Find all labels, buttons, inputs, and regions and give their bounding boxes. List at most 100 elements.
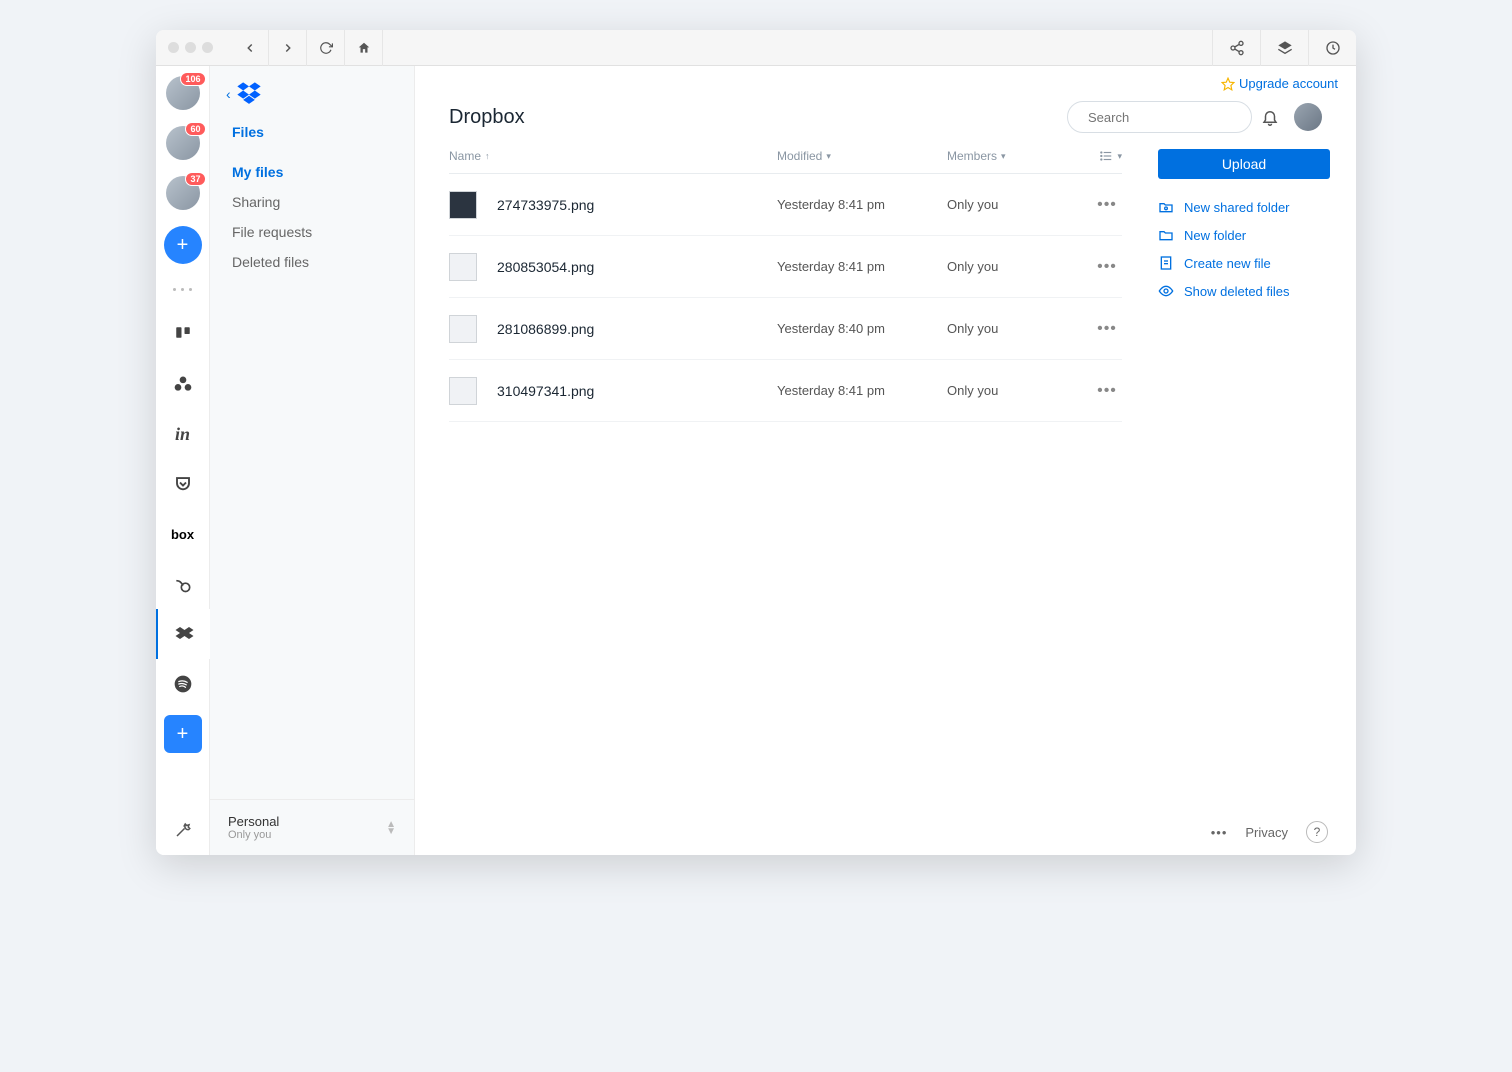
file-members: Only you bbox=[947, 197, 1092, 212]
footer-more-icon[interactable]: ••• bbox=[1211, 825, 1228, 840]
file-name: 281086899.png bbox=[497, 321, 777, 337]
col-name[interactable]: Name↑ bbox=[449, 149, 777, 163]
sidebar-item-file-requests[interactable]: File requests bbox=[232, 224, 392, 240]
file-thumbnail bbox=[449, 315, 477, 343]
home-button[interactable] bbox=[345, 30, 383, 66]
clock-icon[interactable] bbox=[1308, 30, 1356, 66]
layers-icon[interactable] bbox=[1260, 30, 1308, 66]
eye-icon bbox=[1158, 283, 1174, 299]
actions-panel: Upload New shared folder New folder Crea… bbox=[1122, 149, 1322, 809]
traffic-minimize[interactable] bbox=[185, 42, 196, 53]
file-row[interactable]: 281086899.pngYesterday 8:40 pmOnly you••… bbox=[449, 298, 1122, 360]
rail-app-spotify[interactable] bbox=[156, 659, 210, 709]
sidebar-section-files[interactable]: Files bbox=[210, 114, 414, 146]
file-modified: Yesterday 8:41 pm bbox=[777, 197, 947, 212]
file-modified: Yesterday 8:41 pm bbox=[777, 259, 947, 274]
page-title: Dropbox bbox=[449, 106, 1067, 129]
reload-button[interactable] bbox=[307, 30, 345, 66]
search-input[interactable] bbox=[1088, 110, 1264, 125]
file-members: Only you bbox=[947, 259, 1092, 274]
account-sub: Only you bbox=[228, 829, 279, 841]
file-list: Name↑ Modified▾ Members▾ ▾ 274733975.png… bbox=[449, 149, 1122, 809]
rail-avatars: 106 60 37 + bbox=[164, 76, 202, 309]
rail-app-trello[interactable] bbox=[156, 309, 210, 359]
content: Name↑ Modified▾ Members▾ ▾ 274733975.png… bbox=[415, 149, 1356, 809]
badge: 106 bbox=[180, 72, 205, 86]
notifications-bell-icon[interactable] bbox=[1252, 108, 1288, 126]
star-icon bbox=[1221, 77, 1235, 91]
file-icon bbox=[1158, 255, 1174, 271]
file-more-icon[interactable]: ••• bbox=[1092, 320, 1122, 338]
profile-avatar[interactable] bbox=[1294, 103, 1322, 131]
dropbox-sidebar: ‹ Files My files Sharing File requests D… bbox=[210, 66, 415, 855]
sidebar-item-sharing[interactable]: Sharing bbox=[232, 194, 392, 210]
help-button[interactable]: ? bbox=[1306, 821, 1328, 843]
rail-app-invision[interactable]: in bbox=[156, 409, 210, 459]
app-rail: 106 60 37 + in box + bbox=[156, 66, 210, 855]
rail-app-bonsai[interactable] bbox=[156, 559, 210, 609]
account-switcher-updown-icon[interactable]: ▲▼ bbox=[386, 821, 396, 835]
col-modified[interactable]: Modified▾ bbox=[777, 149, 947, 163]
action-create-file[interactable]: Create new file bbox=[1158, 249, 1322, 277]
app-window: 106 60 37 + in box + ‹ Files bbox=[156, 30, 1356, 855]
file-more-icon[interactable]: ••• bbox=[1092, 258, 1122, 276]
rail-app-dropbox[interactable] bbox=[156, 609, 210, 659]
rail-pager-dots bbox=[173, 280, 192, 299]
traffic-lights bbox=[156, 42, 225, 53]
traffic-close[interactable] bbox=[168, 42, 179, 53]
file-thumbnail bbox=[449, 191, 477, 219]
sidebar-account-switcher[interactable]: Personal Only you ▲▼ bbox=[210, 799, 414, 855]
file-more-icon[interactable]: ••• bbox=[1092, 382, 1122, 400]
sidebar-back-chevron-icon[interactable]: ‹ bbox=[226, 86, 231, 102]
add-app-button[interactable]: + bbox=[164, 715, 202, 753]
file-row[interactable]: 310497341.pngYesterday 8:41 pmOnly you••… bbox=[449, 360, 1122, 422]
file-row[interactable]: 274733975.pngYesterday 8:41 pmOnly you••… bbox=[449, 174, 1122, 236]
upgrade-label: Upgrade account bbox=[1239, 76, 1338, 91]
sidebar-item-my-files[interactable]: My files bbox=[232, 164, 392, 180]
dropbox-logo-icon bbox=[235, 80, 263, 108]
rail-avatar-0[interactable]: 106 bbox=[166, 76, 200, 110]
rail-app-pocket[interactable] bbox=[156, 459, 210, 509]
rail-avatar-2[interactable]: 37 bbox=[166, 176, 200, 210]
file-members: Only you bbox=[947, 383, 1092, 398]
page-header: Dropbox bbox=[415, 91, 1356, 149]
footer-privacy-link[interactable]: Privacy bbox=[1245, 825, 1288, 840]
titlebar bbox=[156, 30, 1356, 66]
file-modified: Yesterday 8:40 pm bbox=[777, 321, 947, 336]
add-workspace-button[interactable]: + bbox=[164, 226, 202, 264]
sidebar-item-deleted-files[interactable]: Deleted files bbox=[232, 254, 392, 270]
list-view-icon bbox=[1099, 149, 1113, 163]
share-icon[interactable] bbox=[1212, 30, 1260, 66]
rail-app-asana[interactable] bbox=[156, 359, 210, 409]
footer: ••• Privacy ? bbox=[415, 809, 1356, 855]
forward-button[interactable] bbox=[269, 30, 307, 66]
column-headers: Name↑ Modified▾ Members▾ ▾ bbox=[449, 149, 1122, 174]
col-members[interactable]: Members▾ bbox=[947, 149, 1099, 163]
rail-app-box[interactable]: box bbox=[156, 509, 210, 559]
nav-buttons bbox=[231, 30, 383, 66]
action-new-folder[interactable]: New folder bbox=[1158, 221, 1322, 249]
main: Upgrade account Dropbox Name↑ Modified▾ … bbox=[415, 66, 1356, 855]
file-members: Only you bbox=[947, 321, 1092, 336]
shared-folder-icon bbox=[1158, 199, 1174, 215]
file-name: 310497341.png bbox=[497, 383, 777, 399]
back-button[interactable] bbox=[231, 30, 269, 66]
folder-icon bbox=[1158, 227, 1174, 243]
badge: 37 bbox=[185, 172, 205, 186]
account-label: Personal bbox=[228, 814, 279, 829]
file-more-icon[interactable]: ••• bbox=[1092, 196, 1122, 214]
dropdown-caret-icon: ▾ bbox=[826, 151, 831, 162]
view-toggle[interactable]: ▾ bbox=[1099, 149, 1122, 163]
settings-wrench-icon[interactable] bbox=[156, 805, 210, 855]
file-row[interactable]: 280853054.pngYesterday 8:41 pmOnly you••… bbox=[449, 236, 1122, 298]
upgrade-account-link[interactable]: Upgrade account bbox=[415, 66, 1356, 91]
action-new-shared-folder[interactable]: New shared folder bbox=[1158, 193, 1322, 221]
traffic-zoom[interactable] bbox=[202, 42, 213, 53]
upload-button[interactable]: Upload bbox=[1158, 149, 1330, 179]
titlebar-right bbox=[1212, 30, 1356, 66]
file-thumbnail bbox=[449, 253, 477, 281]
action-show-deleted[interactable]: Show deleted files bbox=[1158, 277, 1322, 305]
rail-avatar-1[interactable]: 60 bbox=[166, 126, 200, 160]
sort-up-icon: ↑ bbox=[485, 151, 490, 161]
search-box[interactable] bbox=[1067, 101, 1252, 133]
